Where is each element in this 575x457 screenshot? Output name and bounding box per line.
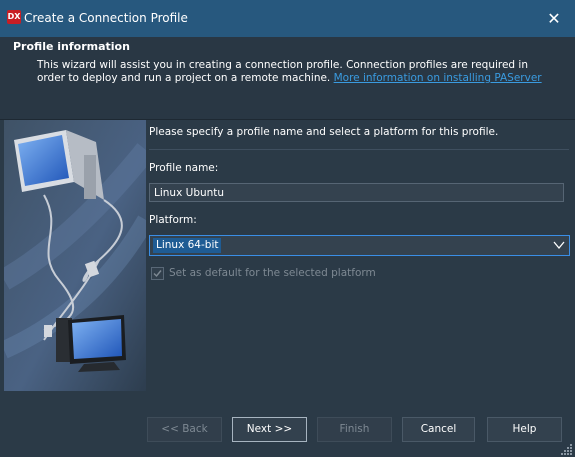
paserver-info-link[interactable]: More information on installing PAServer [334,72,542,84]
header-description: This wizard will assist you in creating … [37,59,557,85]
finish-button[interactable]: Finish [317,417,392,442]
form-panel: Please specify a profile name and select… [146,120,575,391]
cancel-button[interactable]: Cancel [402,417,475,442]
default-platform-checkbox[interactable] [151,267,164,280]
help-button[interactable]: Help [487,417,562,442]
next-button[interactable]: Next >> [232,417,307,442]
profile-name-label: Profile name: [149,162,219,174]
default-platform-label: Set as default for the selected platform [169,267,376,279]
header-title: Profile information [13,40,130,53]
chevron-down-icon [553,241,565,250]
connected-computers-icon [4,120,146,391]
wizard-illustration [4,120,146,391]
platform-select[interactable]: Linux 64-bit [149,235,570,256]
wizard-header: Profile information This wizard will ass… [0,37,575,119]
platform-label: Platform: [149,214,197,226]
checkmark-icon [153,270,162,278]
close-button[interactable]: ✕ [533,0,575,37]
platform-selected-value: Linux 64-bit [153,238,222,253]
title-bar: DX Create a Connection Profile ✕ [0,0,575,37]
app-logo-icon: DX [7,10,21,24]
profile-name-input[interactable]: Linux Ubuntu [149,183,564,202]
window-title: Create a Connection Profile [24,11,188,25]
form-separator [149,149,569,150]
back-button[interactable]: << Back [147,417,222,442]
resize-grip-icon[interactable] [561,443,573,455]
instruction-text: Please specify a profile name and select… [149,126,499,138]
